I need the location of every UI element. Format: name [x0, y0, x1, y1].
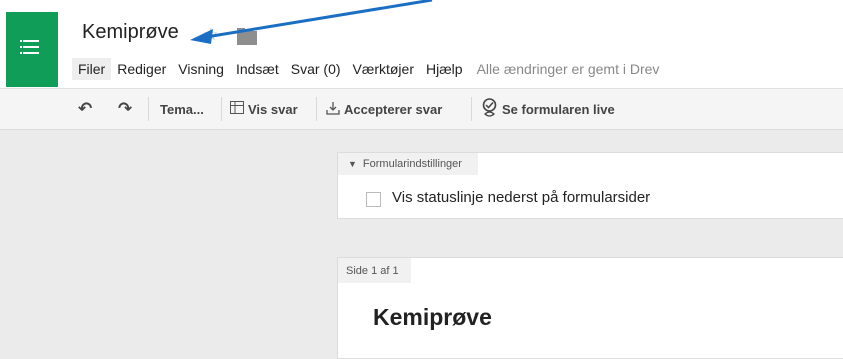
- download-icon: [326, 101, 340, 118]
- form-title[interactable]: Kemiprøve: [373, 304, 492, 331]
- toolbar-divider: [148, 97, 149, 121]
- toolbar-divider: [471, 97, 472, 121]
- view-live-form-button[interactable]: Se formularen live: [481, 89, 615, 129]
- annotation-arrow: [190, 0, 433, 44]
- theme-button[interactable]: Tema...: [160, 89, 204, 129]
- view-responses-button[interactable]: Vis svar: [230, 89, 298, 129]
- progress-bar-checkbox[interactable]: [366, 192, 381, 207]
- menu-insert[interactable]: Indsæt: [230, 58, 285, 80]
- save-status: Alle ændringer er gemt i Drev: [476, 61, 660, 77]
- menu-file[interactable]: Filer: [72, 58, 112, 80]
- menu-view[interactable]: Visning: [172, 58, 230, 80]
- accepting-responses-button[interactable]: Accepterer svar: [326, 89, 442, 129]
- form-settings-tab[interactable]: ▼ Formularindstillinger: [338, 153, 478, 175]
- undo-icon[interactable]: ↶: [78, 89, 92, 129]
- redo-icon[interactable]: ↷: [118, 89, 132, 129]
- form-page-card: Side 1 af 1 Kemiprøve: [337, 257, 843, 359]
- caret-down-icon: ▼: [348, 159, 357, 169]
- live-form-icon: [481, 97, 498, 121]
- view-live-form-label: Se formularen live: [502, 101, 615, 117]
- accepting-responses-label: Accepterer svar: [344, 101, 443, 117]
- progress-bar-label: Vis statuslinje nederst på formularsider: [392, 189, 651, 206]
- menu-edit[interactable]: Rediger: [111, 58, 172, 80]
- menu-tools[interactable]: Værktøjer: [347, 58, 420, 80]
- form-settings-panel: ▼ Formularindstillinger Vis statuslinje …: [337, 152, 843, 219]
- menu-responses[interactable]: Svar (0): [285, 58, 347, 80]
- menubar: Filer Rediger Visning Indsæt Svar (0) Væ…: [72, 57, 659, 81]
- page-tab: Side 1 af 1: [338, 258, 411, 283]
- table-icon: [230, 101, 244, 117]
- toolbar-divider: [221, 97, 222, 121]
- menu-help[interactable]: Hjælp: [420, 58, 469, 80]
- toolbar: ↶ ↷ Tema... Vis svar Accepterer svar Se …: [0, 88, 843, 130]
- form-settings-tab-label: Formularindstillinger: [362, 158, 462, 170]
- view-responses-label: Vis svar: [248, 101, 298, 117]
- toolbar-divider: [316, 97, 317, 121]
